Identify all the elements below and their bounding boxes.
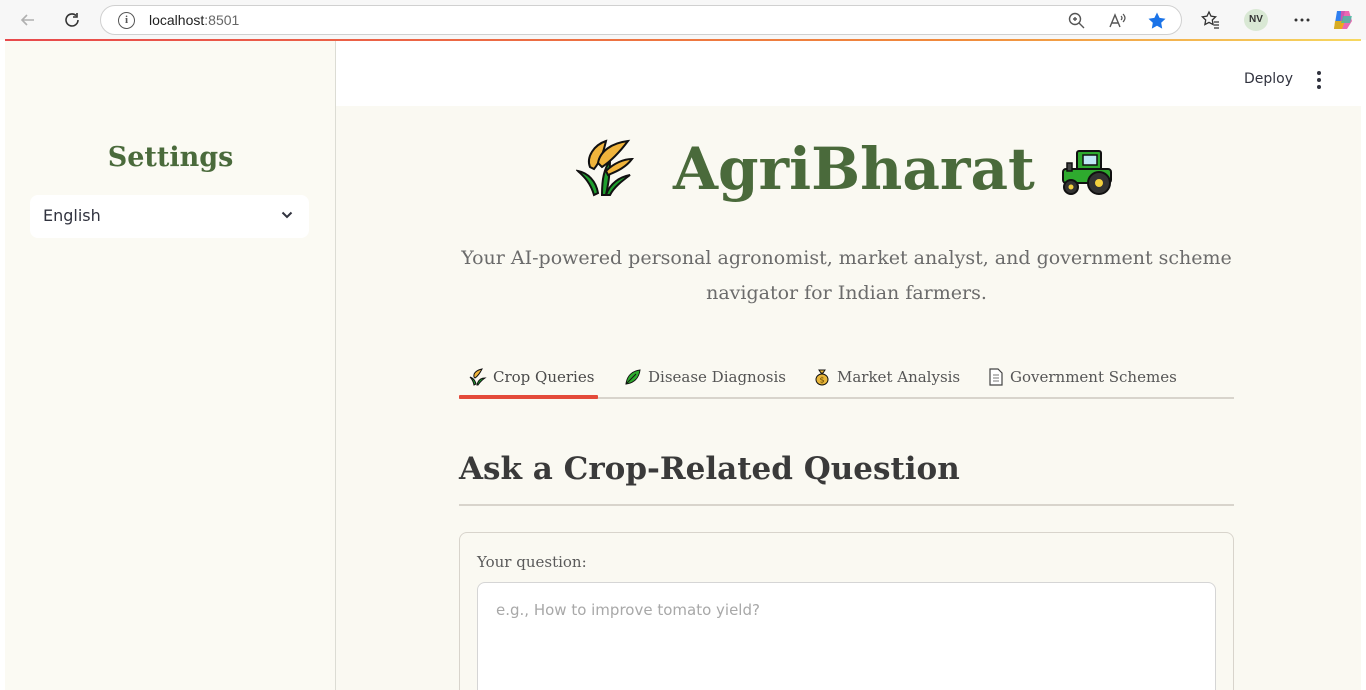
more-options-icon[interactable]: [1290, 8, 1314, 32]
back-button[interactable]: [14, 6, 42, 34]
money-bag-icon: $: [813, 368, 831, 386]
leaf-icon: [624, 368, 642, 386]
active-tab-indicator: [459, 395, 598, 399]
section-title: Ask a Crop-Related Question: [459, 451, 960, 487]
reload-button[interactable]: [58, 6, 86, 34]
document-icon: [988, 368, 1004, 386]
wheat-plant-icon: [574, 137, 636, 201]
question-label: Your question:: [477, 553, 587, 571]
language-select[interactable]: English: [30, 195, 309, 238]
read-aloud-icon[interactable]: [1107, 11, 1127, 31]
tab-label: Crop Queries: [493, 368, 595, 386]
app-title: AgriBharat: [673, 135, 1035, 203]
tab-government-schemes[interactable]: Government Schemes: [988, 355, 1177, 399]
profile-avatar[interactable]: NV: [1244, 9, 1268, 31]
address-bar[interactable]: i localhost:8501: [100, 5, 1182, 35]
crop-icon: [469, 368, 487, 386]
browser-toolbar: i localhost:8501 NV: [0, 0, 1366, 40]
main-content: Deploy AgriBharat Your AI-powered person…: [336, 41, 1361, 690]
main-menu-icon[interactable]: [1314, 71, 1324, 89]
tab-crop-queries[interactable]: Crop Queries: [469, 355, 594, 399]
favorites-icon[interactable]: [1198, 8, 1222, 32]
app-subtitle: Your AI-powered personal agronomist, mar…: [461, 247, 1232, 304]
site-info-icon[interactable]: i: [118, 12, 135, 29]
streamlit-app: Settings English Deploy AgriBharat Your …: [5, 41, 1361, 690]
zoom-icon[interactable]: [1067, 11, 1087, 31]
language-select-value: English: [43, 206, 101, 225]
deploy-button[interactable]: Deploy: [1244, 71, 1293, 87]
tab-label: Market Analysis: [837, 368, 961, 386]
url-text: localhost:8501: [149, 12, 240, 28]
tab-label: Disease Diagnosis: [648, 368, 786, 386]
section-divider: [459, 504, 1234, 506]
tractor-icon: [1057, 149, 1117, 201]
favorite-star-icon[interactable]: [1147, 11, 1167, 31]
reload-icon: [65, 13, 79, 27]
question-input[interactable]: [477, 582, 1216, 690]
tab-label: Government Schemes: [1010, 368, 1177, 386]
tab-bar: Crop Queries Disease Diagnosis $ Market …: [459, 355, 1234, 399]
app-header: Deploy: [336, 41, 1361, 106]
copilot-icon[interactable]: [1331, 8, 1355, 32]
back-arrow-icon: [20, 14, 34, 26]
tab-disease-diagnosis[interactable]: Disease Diagnosis: [624, 355, 786, 399]
svg-text:$: $: [819, 376, 824, 385]
chevron-down-icon: [281, 211, 293, 219]
sidebar: Settings English: [5, 41, 336, 690]
question-form: Your question:: [459, 532, 1234, 690]
tab-market-analysis[interactable]: $ Market Analysis: [813, 355, 960, 399]
sidebar-title: Settings: [107, 142, 234, 173]
